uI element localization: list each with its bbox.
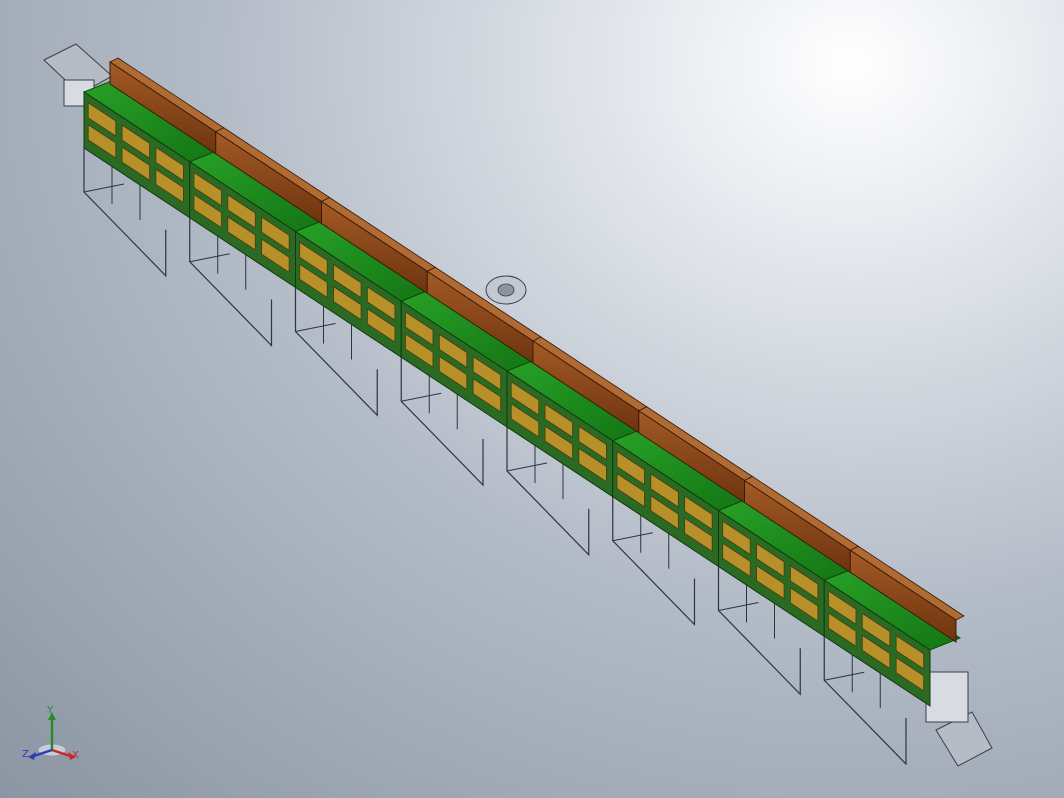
axis-triad: Y X Z [20, 706, 84, 770]
conveyor-oven-model[interactable] [0, 0, 1064, 798]
exhaust-hood [109, 57, 965, 643]
cad-viewport[interactable]: Y X Z [0, 0, 1064, 798]
axis-y-label: Y [47, 705, 54, 716]
support-frame [83, 146, 907, 766]
axis-x-label: X [72, 750, 79, 761]
exit-cap [925, 671, 969, 723]
axis-z-label: Z [22, 749, 29, 760]
oven-modules [82, 79, 962, 707]
